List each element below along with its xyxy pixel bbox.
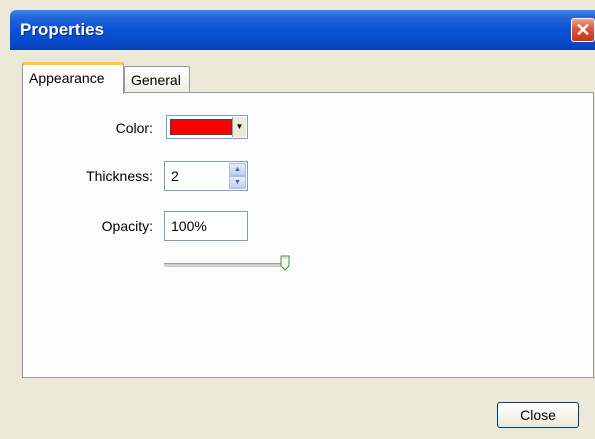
properties-dialog: Properties ✕ Appearance General Color: ▼… [0,0,595,439]
opacity-field[interactable]: 100% [164,211,248,241]
slider-thumb[interactable] [280,255,290,271]
color-swatch [170,119,232,135]
tab-label: General [131,72,181,88]
thickness-spinner[interactable]: 2 ▲ ▼ [164,161,248,191]
spin-buttons: ▲ ▼ [229,163,246,189]
tab-label: Appearance [29,70,105,86]
opacity-label: Opacity: [101,218,153,234]
thickness-value[interactable]: 2 [171,168,179,184]
close-icon[interactable]: ✕ [571,18,595,42]
slider-track [164,263,288,268]
thickness-label: Thickness: [86,168,153,184]
title-bar[interactable]: Properties ✕ [10,10,595,50]
color-label: Color: [115,120,153,136]
chevron-down-icon[interactable]: ▼ [229,176,246,189]
dropdown-arrow-icon[interactable]: ▼ [232,117,246,137]
dialog-title: Properties [20,20,105,39]
color-picker[interactable]: ▼ [166,115,248,139]
appearance-panel: Color: ▼ Thickness: 2 ▲ ▼ Opacity: 100% [22,92,594,378]
opacity-slider[interactable] [164,253,294,275]
close-button[interactable]: Close [497,402,579,428]
chevron-up-icon[interactable]: ▲ [229,163,246,176]
tab-general[interactable]: General [124,66,190,92]
dialog-body: Appearance General Color: ▼ Thickness: 2… [10,50,595,439]
tab-appearance[interactable]: Appearance [22,62,124,94]
